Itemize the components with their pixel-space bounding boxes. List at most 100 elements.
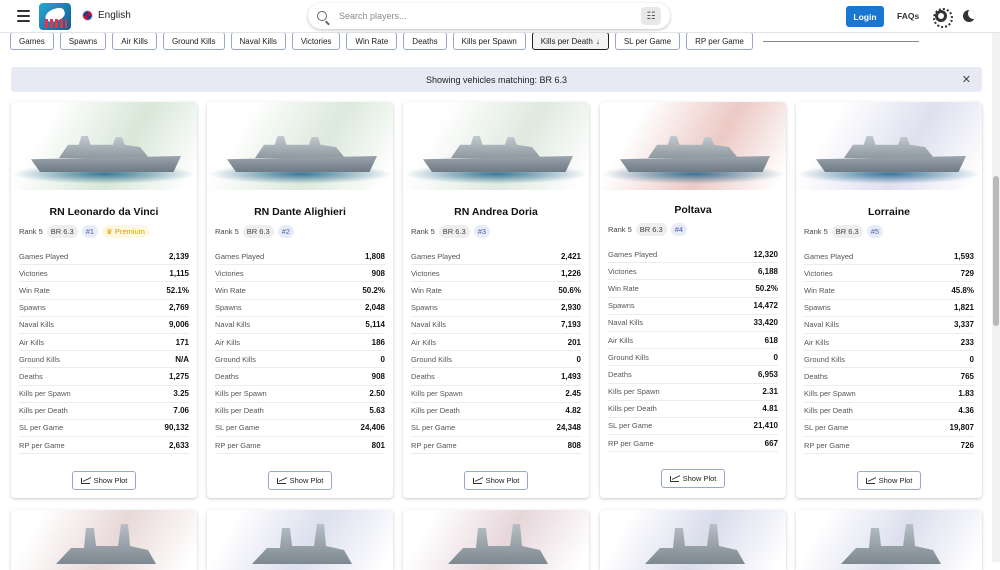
vehicle-card: RN Andrea Doria Rank 5 BR 6.3 #3 Games P…	[403, 102, 589, 498]
sort-chip[interactable]: Victories	[291, 32, 341, 50]
vehicle-name[interactable]: RN Leonardo da Vinci	[11, 206, 197, 218]
chart-line-icon	[472, 477, 482, 484]
stat-value: 3.25	[173, 389, 189, 399]
stats-table: Games Played 12,320 Victories 6,188 Win …	[608, 246, 778, 453]
stat-label: Games Played	[19, 251, 69, 261]
stat-row: Kills per Spawn 2.31	[608, 384, 778, 401]
stat-label: Kills per Spawn	[608, 387, 660, 397]
show-plot-button[interactable]: Show Plot	[268, 471, 332, 490]
stat-row: SL per Game 24,406	[215, 420, 385, 438]
stat-row: Air Kills 618	[608, 332, 778, 350]
vehicle-name[interactable]: Poltava	[600, 204, 786, 216]
show-plot-button[interactable]: Show Plot	[72, 471, 136, 490]
stat-value: 21,410	[753, 421, 778, 431]
stat-row: RP per Game 808	[411, 437, 581, 455]
stat-value: 14,472	[753, 301, 778, 311]
index-badge: #4	[670, 223, 688, 236]
sort-chip[interactable]: Games	[10, 32, 54, 50]
search-bar: ☷	[308, 3, 670, 29]
sort-chip-label: Kills per Spawn	[461, 36, 517, 46]
hamburger-menu-icon[interactable]	[17, 10, 30, 22]
br-badge: BR 6.3	[46, 225, 78, 238]
stat-label: Ground Kills	[215, 354, 256, 364]
stat-label: Air Kills	[804, 337, 830, 347]
vehicle-name[interactable]: RN Dante Alighieri	[207, 206, 393, 218]
stat-label: Kills per Death	[411, 406, 460, 416]
stat-value: 0	[576, 354, 581, 364]
sort-chip[interactable]: Deaths	[403, 32, 447, 50]
site-logo[interactable]	[39, 3, 71, 30]
premium-label: Premium	[114, 227, 145, 236]
search-input[interactable]	[339, 11, 619, 21]
stat-label: Kills per Death	[804, 406, 853, 416]
stat-value: 33,420	[753, 318, 778, 328]
rank-label: Rank 5	[19, 227, 43, 236]
language-selector[interactable]: English	[82, 10, 131, 21]
stat-value: 6,188	[757, 266, 778, 276]
stat-label: Kills per Death	[19, 406, 68, 416]
stat-row: Win Rate 50.2%	[215, 282, 385, 300]
stat-label: SL per Game	[215, 423, 260, 433]
settings-gear-icon[interactable]	[933, 8, 953, 28]
stat-label: Win Rate	[19, 285, 50, 295]
stat-value: 2.50	[369, 389, 385, 399]
dark-mode-moon-icon[interactable]	[963, 10, 975, 22]
stat-row: Games Played 2,139	[19, 248, 189, 266]
vehicle-card: RN Leonardo da Vinci Rank 5 BR 6.3 #1 ♛ …	[11, 102, 197, 498]
stat-value: 24,406	[360, 423, 385, 433]
stat-value: 1,275	[168, 371, 189, 381]
login-button[interactable]: Login	[846, 6, 884, 27]
sort-chip[interactable]: Air Kills	[112, 32, 157, 50]
vehicle-image	[796, 102, 982, 190]
vehicle-card	[11, 510, 197, 570]
stat-label: Spawns	[215, 303, 242, 313]
stat-value: 2,930	[560, 303, 581, 313]
sort-chip[interactable]: Spawns	[59, 32, 107, 50]
search-filter-icon[interactable]: ☷	[641, 7, 661, 25]
close-icon[interactable]: ✕	[962, 73, 971, 86]
show-plot-label: Show Plot	[289, 476, 324, 485]
stat-row: Spawns 2,048	[215, 300, 385, 317]
faqs-link[interactable]: FAQs	[897, 11, 919, 21]
stat-label: Victories	[804, 268, 833, 278]
show-plot-button[interactable]: Show Plot	[857, 471, 921, 490]
sort-chip[interactable]: Ground Kills	[162, 32, 225, 50]
vehicle-image	[403, 102, 589, 190]
stat-value: 186	[371, 337, 385, 347]
page-scrollbar[interactable]	[992, 33, 1000, 562]
stat-value: 2,421	[560, 251, 581, 261]
stat-value: 19,807	[949, 423, 974, 433]
sort-chip[interactable]: SL per Game	[614, 32, 681, 50]
vehicle-image	[11, 102, 197, 190]
stat-value: 201	[567, 337, 581, 347]
sort-chip[interactable]: Naval Kills	[230, 32, 286, 50]
stat-value: 7.06	[173, 406, 189, 416]
stat-label: Kills per Spawn	[411, 389, 463, 399]
stat-row: Naval Kills 33,420	[608, 315, 778, 332]
sort-chip[interactable]: Kills per Spawn	[452, 32, 526, 50]
sort-chip[interactable]: RP per Game	[686, 32, 753, 50]
sort-chip[interactable]: Win Rate	[346, 32, 398, 50]
show-plot-button[interactable]: Show Plot	[661, 469, 725, 488]
stat-value: 1,493	[560, 371, 581, 381]
show-plot-button[interactable]: Show Plot	[464, 471, 528, 490]
sort-chip-label: Win Rate	[355, 36, 389, 46]
vehicle-name[interactable]: RN Andrea Doria	[403, 206, 589, 218]
scrollbar-thumb[interactable]	[993, 176, 999, 326]
show-plot-label: Show Plot	[485, 476, 520, 485]
chart-line-icon	[276, 477, 286, 484]
stat-value: 808	[567, 440, 581, 450]
stat-row: Victories 6,188	[608, 263, 778, 281]
stat-label: Air Kills	[411, 337, 437, 347]
stat-row: Ground Kills 0	[215, 351, 385, 369]
stat-row: Air Kills 186	[215, 334, 385, 352]
sort-chip[interactable]: Kills per Death ↓	[531, 32, 609, 50]
stat-row: RP per Game 801	[215, 437, 385, 455]
stat-label: Win Rate	[608, 283, 639, 293]
stat-label: Spawns	[804, 303, 831, 313]
vehicle-name[interactable]: Lorraine	[796, 206, 982, 218]
stat-label: SL per Game	[804, 423, 849, 433]
stat-value: 5,114	[365, 320, 385, 330]
stat-label: Spawns	[608, 301, 635, 311]
sort-chip-label: RP per Game	[695, 36, 744, 46]
